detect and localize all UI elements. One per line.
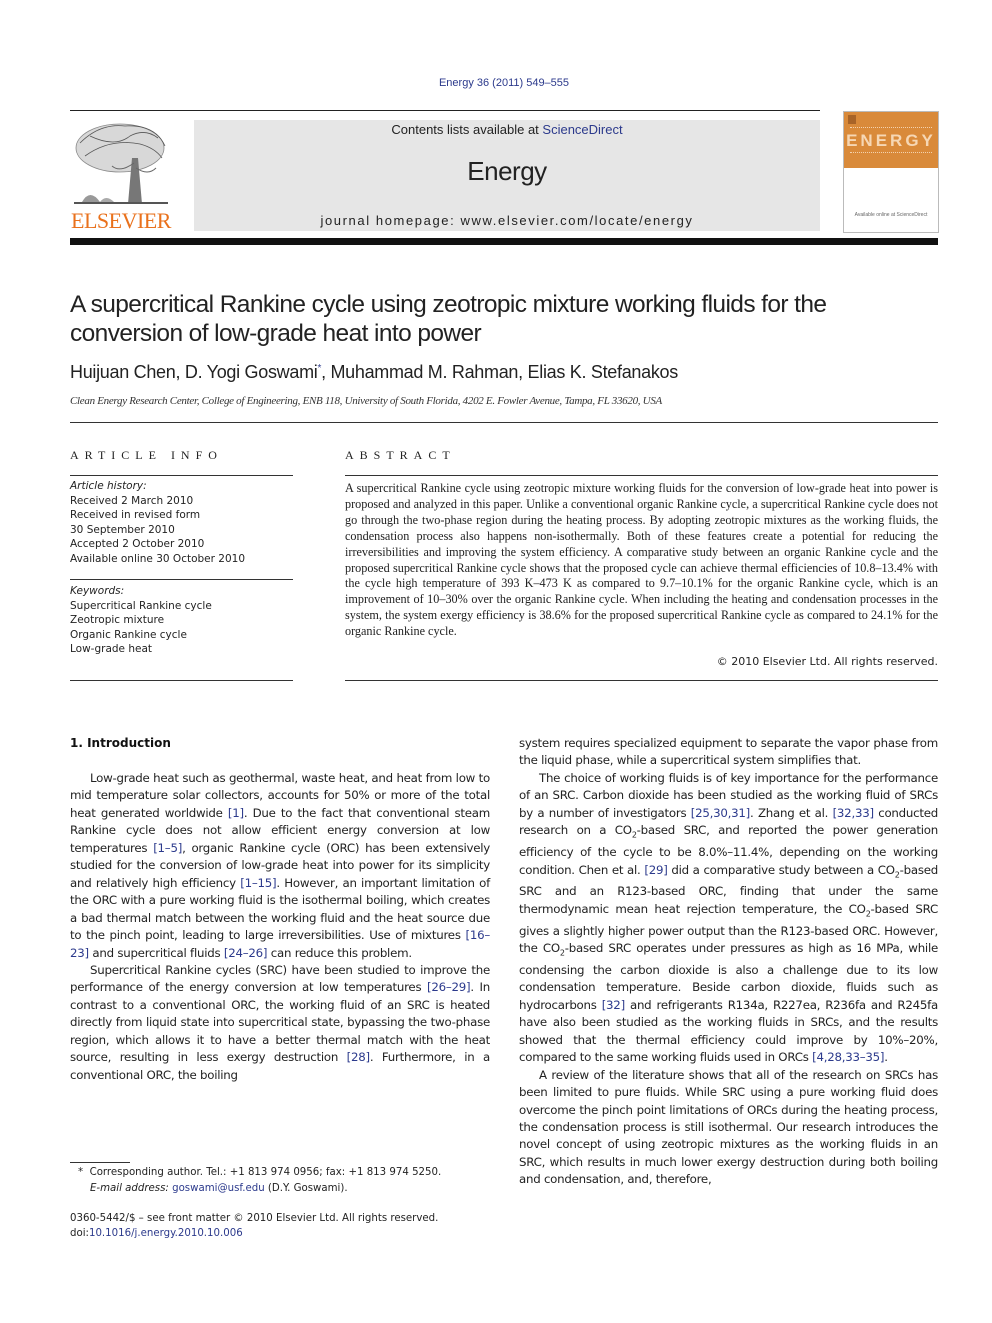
journal-citation-link[interactable]: Energy 36 (2011) 549–555 bbox=[0, 77, 992, 89]
citation-link[interactable]: [26–29] bbox=[427, 980, 471, 994]
issn-line: 0360-5442/$ – see front matter © 2010 El… bbox=[70, 1213, 439, 1224]
article-title: A supercritical Rankine cycle using zeot… bbox=[70, 291, 827, 347]
section-rule bbox=[345, 680, 938, 681]
cover-divider bbox=[850, 127, 932, 129]
history-item: Received in revised form bbox=[70, 509, 201, 521]
header-rule bbox=[70, 110, 820, 111]
keywords: Keywords: Supercritical Rankine cycle Ze… bbox=[70, 584, 300, 657]
subscript: 2 bbox=[631, 830, 637, 840]
doi-link[interactable]: 10.1016/j.energy.2010.10.006 bbox=[89, 1228, 243, 1239]
body-column-right: system requires specialized equipment to… bbox=[519, 735, 938, 1189]
citation-link[interactable]: [1–15] bbox=[240, 876, 276, 890]
body-paragraph: A review of the literature shows that al… bbox=[519, 1067, 938, 1187]
subscript: 2 bbox=[894, 869, 900, 879]
citation-link[interactable]: [28] bbox=[347, 1050, 370, 1064]
body-paragraph: The choice of working fluids is of key i… bbox=[519, 770, 938, 1065]
footnote-rule bbox=[70, 1162, 130, 1163]
history-item: Available online 30 October 2010 bbox=[70, 552, 246, 565]
header-thick-rule bbox=[70, 238, 938, 245]
citation-link[interactable]: [32,33] bbox=[833, 806, 874, 820]
cover-title: ENERGY bbox=[846, 131, 936, 150]
history-label: Article history: bbox=[70, 480, 147, 492]
author-list: Huijuan Chen, D. Yogi Goswami*, Muhammad… bbox=[70, 362, 679, 382]
keywords-label: Keywords: bbox=[70, 585, 125, 597]
keyword: Supercritical Rankine cycle bbox=[70, 599, 212, 612]
journal-name: Energy bbox=[467, 156, 547, 186]
section-rule bbox=[70, 579, 293, 580]
author: Elias K. Stefanakos bbox=[527, 362, 679, 382]
body-paragraph: Supercritical Rankine cycles (SRC) have … bbox=[70, 962, 490, 1082]
journal-homepage-link[interactable]: journal homepage: www.elsevier.com/locat… bbox=[194, 213, 820, 228]
cover-footer: Available online at ScienceDirect bbox=[854, 212, 928, 218]
article-history: Article history: Received 2 March 2010 R… bbox=[70, 479, 300, 566]
citation-link[interactable]: [1–5] bbox=[153, 841, 182, 855]
cover-logo-icon bbox=[848, 115, 856, 124]
citation-link[interactable]: [32] bbox=[602, 998, 625, 1012]
sciencedirect-link[interactable]: ScienceDirect bbox=[542, 122, 622, 137]
email-link[interactable]: goswami@usf.edu bbox=[172, 1183, 265, 1194]
history-item: Accepted 2 October 2010 bbox=[70, 538, 205, 550]
author: D. Yogi Goswami bbox=[184, 362, 318, 382]
section-rule bbox=[70, 680, 293, 681]
history-item: Received 2 March 2010 bbox=[70, 494, 194, 507]
keyword: Zeotropic mixture bbox=[70, 614, 165, 626]
footnote-mark: * bbox=[78, 1167, 84, 1178]
section-rule bbox=[345, 475, 938, 476]
body-column-left: Low-grade heat such as geothermal, waste… bbox=[70, 770, 490, 1084]
citation-link[interactable]: [16–23] bbox=[70, 928, 490, 959]
cover-divider bbox=[850, 152, 932, 154]
elsevier-wordmark: ELSEVIER bbox=[71, 208, 171, 233]
history-item: 30 September 2010 bbox=[70, 523, 175, 536]
abstract-text: A supercritical Rankine cycle using zeot… bbox=[345, 481, 938, 639]
cover-banner: ENERGY bbox=[844, 112, 938, 168]
footnote-text: Corresponding author. Tel.: +1 813 974 0… bbox=[89, 1167, 442, 1178]
front-matter: 0360-5442/$ – see front matter © 2010 El… bbox=[70, 1211, 500, 1241]
keyword: Organic Rankine cycle bbox=[70, 628, 187, 641]
subscript: 2 bbox=[865, 909, 871, 919]
abstract-copyright: © 2010 Elsevier Ltd. All rights reserved… bbox=[716, 655, 938, 668]
citation-link[interactable]: [1] bbox=[228, 806, 244, 820]
elsevier-tree-icon bbox=[74, 123, 168, 204]
author: Muhammad M. Rahman bbox=[330, 362, 519, 382]
contents-line: Contents lists available at ScienceDirec… bbox=[194, 122, 820, 137]
section-rule bbox=[70, 422, 938, 423]
elsevier-logo[interactable]: ELSEVIER bbox=[70, 118, 172, 234]
doi-prefix: doi: bbox=[70, 1228, 89, 1239]
section-rule bbox=[70, 475, 293, 476]
abstract-heading: ABSTRACT bbox=[345, 448, 456, 462]
citation-link[interactable]: [25,30,31] bbox=[691, 806, 751, 820]
citation-link[interactable]: [29] bbox=[644, 863, 667, 877]
email-label: E-mail address: bbox=[90, 1182, 169, 1194]
keyword: Low-grade heat bbox=[70, 643, 153, 655]
email-suffix: (D.Y. Goswami). bbox=[264, 1182, 348, 1194]
citation-link[interactable]: [24–26] bbox=[224, 946, 268, 960]
contents-prefix: Contents lists available at bbox=[391, 122, 543, 137]
section-heading-introduction: 1. Introduction bbox=[70, 736, 171, 750]
footnote: * Corresponding author. Tel.: +1 813 974… bbox=[78, 1165, 498, 1196]
subscript: 2 bbox=[559, 948, 565, 958]
author-affiliation: Clean Energy Research Center, College of… bbox=[70, 395, 662, 407]
body-paragraph: Low-grade heat such as geothermal, waste… bbox=[70, 771, 490, 960]
body-paragraph: system requires specialized equipment to… bbox=[519, 736, 938, 768]
citation-link[interactable]: [4,28,33–35] bbox=[812, 1050, 884, 1064]
corresponding-author-mark[interactable]: * bbox=[317, 363, 321, 374]
article-info-heading: ARTICLE INFO bbox=[70, 448, 223, 462]
journal-masthead: Contents lists available at ScienceDirec… bbox=[194, 120, 820, 231]
journal-cover-thumbnail[interactable]: ENERGY Available online at ScienceDirect bbox=[843, 111, 939, 233]
author: Huijuan Chen bbox=[70, 362, 176, 382]
